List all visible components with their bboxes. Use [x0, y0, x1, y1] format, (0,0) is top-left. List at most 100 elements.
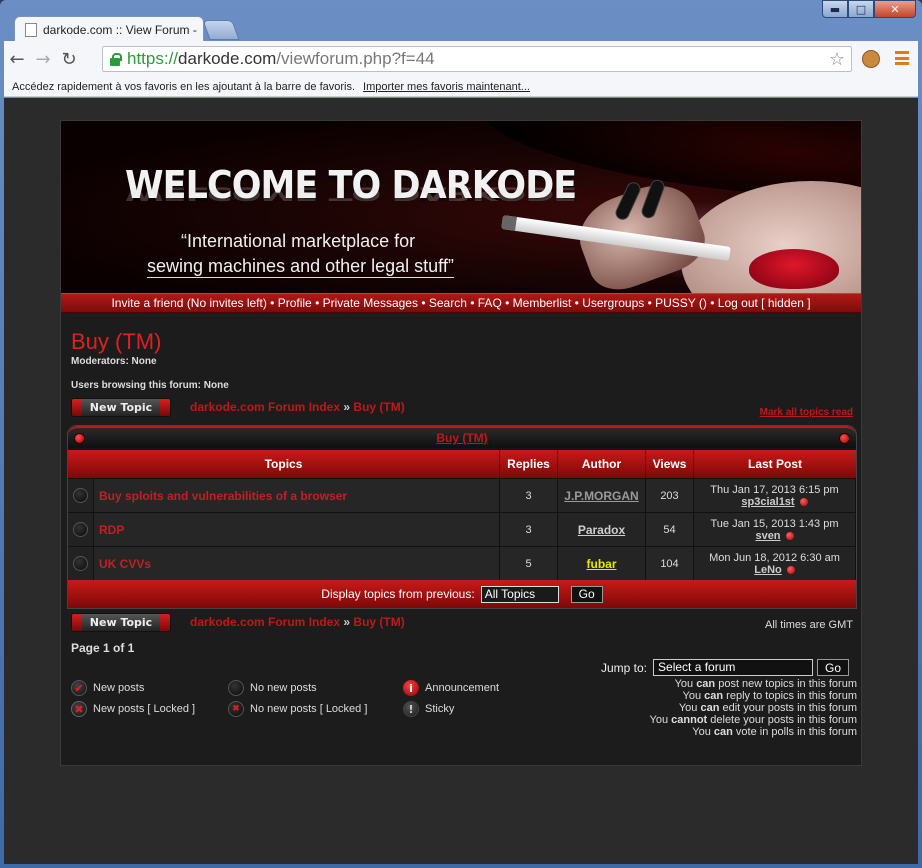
- sticky-icon: !: [403, 701, 419, 717]
- filter-go-button[interactable]: Go: [570, 585, 603, 603]
- no-new-posts-icon: [73, 556, 88, 571]
- cookie-icon[interactable]: [862, 50, 880, 68]
- legend-no-new-posts-locked: ✖ No new posts [ Locked ]: [228, 701, 367, 717]
- column-header-views: Views: [646, 450, 694, 478]
- mark-all-read-link[interactable]: Mark all topics read: [760, 407, 853, 418]
- column-header-replies: Replies: [500, 450, 558, 478]
- crumb-current-forum[interactable]: Buy (TM): [353, 615, 404, 629]
- topic-filter-bar: Display topics from previous: All Topics…: [68, 580, 856, 608]
- view-latest-post-icon[interactable]: [799, 497, 808, 506]
- replies-count: 3: [500, 479, 558, 512]
- crumb-forum-index[interactable]: darkode.com Forum Index: [190, 400, 340, 414]
- announcement-icon: i: [403, 680, 419, 696]
- legend-no-new-posts: No new posts: [228, 680, 317, 696]
- nav-private-messages[interactable]: Private Messages: [323, 296, 418, 310]
- last-post-date: Thu Jan 17, 2013 6:15 pm: [710, 483, 839, 496]
- window-controls: ▬ □ ✕: [822, 0, 916, 18]
- page-info: Page 1 of 1: [71, 641, 135, 655]
- reload-icon[interactable]: ↻: [56, 49, 82, 70]
- banner-tagline: sewing machines and other legal stuff”: [147, 256, 454, 278]
- view-latest-post-icon[interactable]: [785, 531, 794, 540]
- last-post-cell: Thu Jan 17, 2013 6:15 pm sp3cial1st: [694, 479, 856, 512]
- permission-line: You can reply to topics in this forum: [682, 690, 857, 702]
- topic-link[interactable]: UK CVVs: [94, 547, 500, 580]
- views-count: 54: [646, 513, 694, 546]
- users-browsing-info: Users browsing this forum: None: [71, 380, 229, 391]
- nav-logout[interactable]: Log out [ hidden ]: [718, 296, 811, 310]
- topic-link[interactable]: Buy sploits and vulnerabilities of a bro…: [94, 479, 500, 512]
- view-latest-post-icon[interactable]: [786, 565, 795, 574]
- forum-page: WELCOME TO DARKODE WELCOME TO DARKODE “I…: [60, 120, 862, 766]
- no-new-posts-icon: [73, 488, 88, 503]
- topic-period-select[interactable]: All Topics: [480, 585, 559, 603]
- nav-memberlist[interactable]: Memberlist: [513, 296, 572, 310]
- maximize-icon[interactable]: □: [848, 0, 874, 18]
- new-topic-button-bottom[interactable]: New Topic: [71, 613, 171, 632]
- moderators-info: Moderators: None: [71, 356, 157, 367]
- crumb-current-forum[interactable]: Buy (TM): [353, 400, 404, 414]
- nav-profile[interactable]: Profile: [278, 296, 312, 310]
- table-row: Buy sploits and vulnerabilities of a bro…: [68, 478, 856, 512]
- main-navigation: Invite a friend (No invites left) • Prof…: [61, 293, 861, 313]
- views-count: 104: [646, 547, 694, 580]
- jump-go-button[interactable]: Go: [817, 659, 850, 676]
- back-icon[interactable]: ←: [4, 49, 30, 70]
- jump-to-label: Jump to:: [601, 660, 648, 675]
- last-post-cell: Tue Jan 15, 2013 1:43 pm sven: [694, 513, 856, 546]
- last-post-user[interactable]: sp3cial1st: [741, 496, 794, 508]
- nav-invite[interactable]: Invite a friend (No invites left): [111, 296, 266, 310]
- permission-line: You can edit your posts in this forum: [678, 702, 857, 714]
- replies-count: 3: [500, 513, 558, 546]
- url-scheme: https://: [127, 49, 179, 68]
- author-link[interactable]: Paradox: [558, 513, 646, 546]
- bookmarks-bar: Accédez rapidement à vos favoris en les …: [4, 77, 918, 97]
- nav-usergroups[interactable]: Usergroups: [582, 296, 644, 310]
- banner-tagline: “International marketplace for: [181, 231, 416, 251]
- import-bookmarks-link[interactable]: Importer mes favoris maintenant...: [363, 81, 530, 93]
- table-row: UK CVVs 5 fubar 104 Mon Jun 18, 2012 6:3…: [68, 546, 856, 580]
- author-link[interactable]: fubar: [558, 547, 646, 580]
- topic-link[interactable]: RDP: [94, 513, 500, 546]
- new-tab-button[interactable]: [202, 20, 240, 40]
- banner-title-reflection: WELCOME TO DARKODE: [125, 183, 577, 205]
- menu-icon[interactable]: [895, 51, 909, 65]
- red-dot-icon: [74, 433, 85, 444]
- last-post-user[interactable]: LeNo: [754, 564, 782, 576]
- jump-to-form: Jump to: Select a forum Go: [601, 659, 850, 676]
- forward-icon[interactable]: →: [30, 49, 56, 70]
- crumb-forum-index[interactable]: darkode.com Forum Index: [190, 615, 340, 629]
- red-dot-icon: [839, 433, 850, 444]
- bookmarks-text: Accédez rapidement à vos favoris en les …: [12, 80, 356, 93]
- new-posts-locked-icon: ✖: [71, 701, 87, 717]
- last-post-user[interactable]: sven: [755, 530, 780, 542]
- no-new-posts-locked-icon: ✖: [228, 701, 244, 717]
- table-category-header: Buy (TM): [68, 426, 856, 448]
- bookmark-star-icon[interactable]: ☆: [829, 49, 845, 70]
- banner-lips: [749, 249, 839, 289]
- table-header: Topics Replies Author Views Last Post: [68, 450, 856, 478]
- lock-icon: [109, 52, 122, 66]
- last-post-date: Tue Jan 15, 2013 1:43 pm: [710, 517, 839, 530]
- new-topic-button[interactable]: New Topic: [71, 398, 171, 417]
- author-link[interactable]: J.P.MORGAN: [558, 479, 646, 512]
- nav-faq[interactable]: FAQ: [478, 296, 502, 310]
- browser-tab[interactable]: darkode.com :: View Forum -: [14, 16, 204, 42]
- column-header-author: Author: [558, 450, 646, 478]
- nav-search[interactable]: Search: [429, 296, 467, 310]
- breadcrumb-bottom: darkode.com Forum Index » Buy (TM): [190, 615, 405, 629]
- jump-to-select[interactable]: Select a forum: [653, 659, 814, 676]
- minimize-icon[interactable]: ▬: [822, 0, 848, 18]
- address-bar[interactable]: https:// darkode.com /viewforum.php?f=44…: [102, 46, 852, 72]
- last-post-cell: Mon Jun 18, 2012 6:30 am LeNo: [694, 547, 856, 580]
- close-icon[interactable]: ✕: [874, 0, 916, 18]
- page-title: Buy (TM): [71, 329, 162, 354]
- legend-new-posts: ✔ New posts: [71, 680, 144, 696]
- column-header-topics: Topics: [68, 450, 500, 478]
- legend-new-posts-locked: ✖ New posts [ Locked ]: [71, 701, 195, 717]
- nav-pussy[interactable]: PUSSY (): [655, 296, 707, 310]
- table-category-title[interactable]: Buy (TM): [436, 431, 487, 445]
- permission-line: You cannot delete your posts in this for…: [649, 714, 857, 726]
- column-header-last-post: Last Post: [694, 450, 856, 478]
- permissions-list: You can post new topics in this forum Yo…: [650, 678, 857, 738]
- table-row: RDP 3 Paradox 54 Tue Jan 15, 2013 1:43 p…: [68, 512, 856, 546]
